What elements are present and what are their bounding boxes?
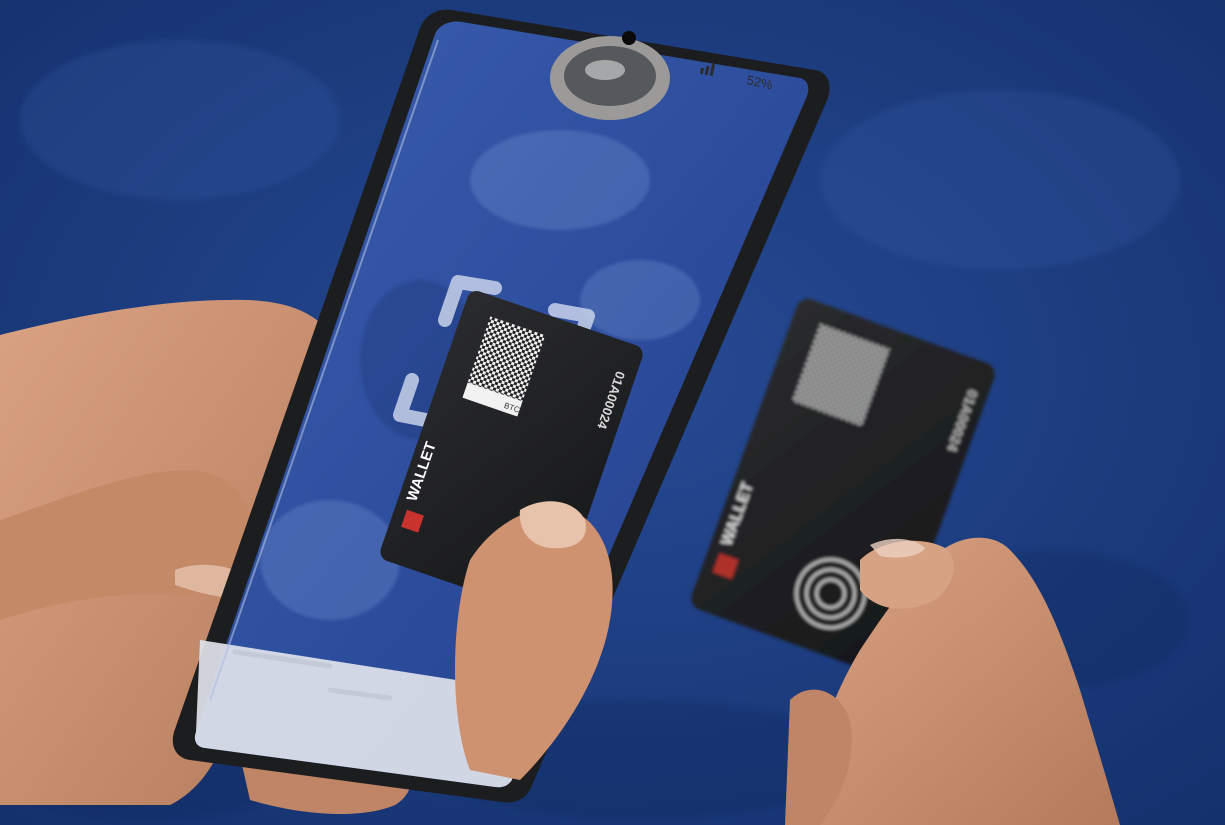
screen-metal-disc [550,36,670,120]
photo-scene: 52% BTC 01A00024 WALLET 01A00024 WALLET [0,0,1225,825]
front-camera [622,31,636,45]
photo-illustration: 52% BTC 01A00024 WALLET 01A00024 WALLET [0,0,1225,825]
